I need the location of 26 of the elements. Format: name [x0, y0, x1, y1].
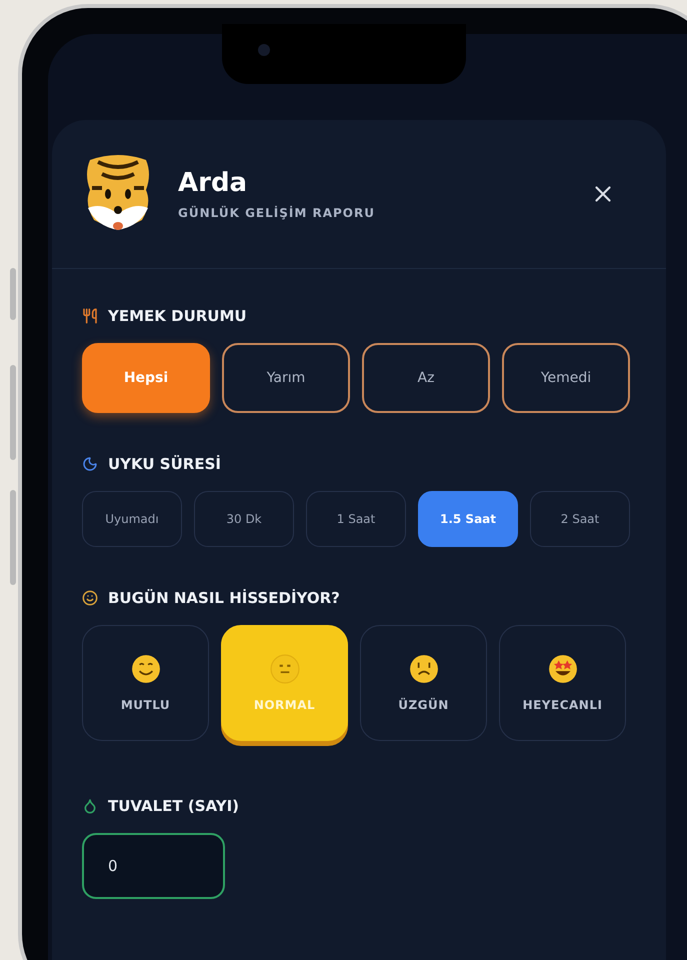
moon-icon — [82, 456, 98, 472]
section-title: UYKU SÜRESİ — [108, 455, 221, 473]
mood-option[interactable]: HEYECANLI — [499, 625, 626, 741]
happy-face-icon — [130, 654, 160, 684]
count-field[interactable]: 0 — [82, 833, 225, 899]
section-title: BUGÜN NASIL HİSSEDİYOR? — [108, 589, 340, 607]
mood-option[interactable]: ÜZGÜN — [360, 625, 487, 741]
report-subtitle: GÜNLÜK GELİŞİM RAPORU — [178, 206, 376, 220]
sleep-option[interactable]: 1 Saat — [306, 491, 406, 547]
sleep-option[interactable]: 1.5 Saat — [418, 491, 518, 547]
sleep-option[interactable]: 30 Dk — [194, 491, 294, 547]
child-name: Arda — [178, 168, 248, 198]
section-title: TUVALET (SAYI) — [108, 797, 240, 815]
sleep-option[interactable]: Uyumadı — [82, 491, 182, 547]
meal-option[interactable]: Yemedi — [502, 343, 630, 413]
neutral-face-icon — [270, 654, 300, 684]
section-title: YEMEK DURUMU — [108, 307, 247, 325]
fork-knife-icon — [82, 308, 98, 324]
droplet-icon — [82, 798, 98, 814]
meal-option[interactable]: Yarım — [222, 343, 350, 413]
mood-option[interactable]: MUTLU — [82, 625, 209, 741]
smile-icon — [82, 590, 98, 606]
excited-face-icon — [548, 654, 578, 684]
sleep-option[interactable]: 2 Saat — [530, 491, 630, 547]
sad-face-icon — [408, 654, 438, 684]
meal-option[interactable]: Az — [362, 343, 490, 413]
